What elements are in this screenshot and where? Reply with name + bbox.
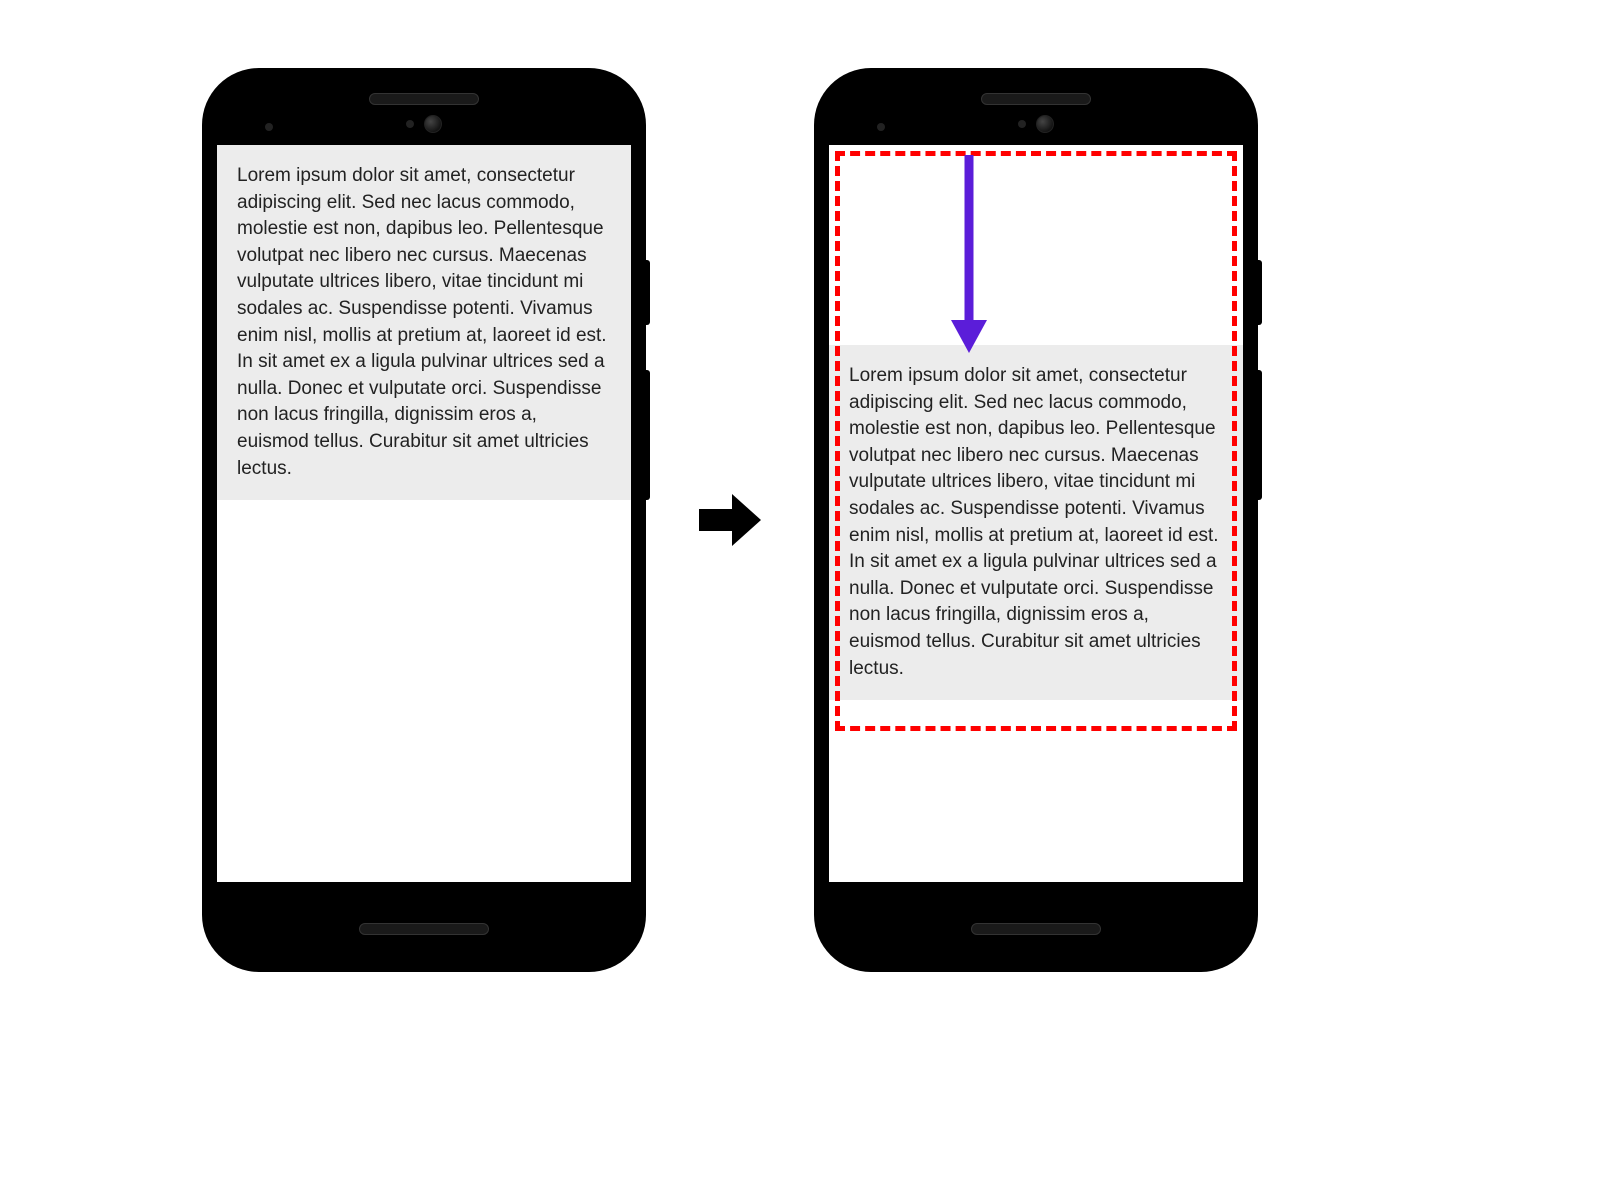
content-text-block: Lorem ipsum dolor sit amet, consectetur …	[217, 145, 631, 500]
sensor-dot	[265, 123, 273, 131]
volume-button	[644, 370, 650, 500]
diagram-container: Lorem ipsum dolor sit amet, consectetur …	[0, 50, 1320, 990]
sensor-dot	[406, 120, 414, 128]
scroll-direction-arrow-icon	[947, 155, 991, 360]
front-camera-icon	[1036, 115, 1054, 133]
earpiece-speaker	[981, 93, 1091, 105]
phone-bottom-bezel	[217, 882, 631, 957]
phone-after: Lorem ipsum dolor sit amet, consectetur …	[816, 70, 1256, 970]
camera-cluster	[1018, 115, 1054, 133]
phone-bottom-bezel	[829, 882, 1243, 957]
phone-before-screen: Lorem ipsum dolor sit amet, consectetur …	[217, 145, 631, 882]
sensor-dot	[1018, 120, 1026, 128]
content-text-block: Lorem ipsum dolor sit amet, consectetur …	[829, 345, 1243, 700]
phone-after-inner: Lorem ipsum dolor sit amet, consectetur …	[829, 83, 1243, 957]
phone-top-bezel	[829, 83, 1243, 145]
bottom-speaker	[971, 923, 1101, 935]
phone-before-inner: Lorem ipsum dolor sit amet, consectetur …	[217, 83, 631, 957]
transition-arrow-icon	[694, 484, 766, 556]
bottom-speaker	[359, 923, 489, 935]
phone-after-screen: Lorem ipsum dolor sit amet, consectetur …	[829, 145, 1243, 882]
volume-button	[1256, 370, 1262, 500]
phone-before: Lorem ipsum dolor sit amet, consectetur …	[204, 70, 644, 970]
sensor-dot	[877, 123, 885, 131]
camera-cluster	[406, 115, 442, 133]
phone-top-bezel	[217, 83, 631, 145]
earpiece-speaker	[369, 93, 479, 105]
front-camera-icon	[424, 115, 442, 133]
power-button	[1256, 260, 1262, 325]
power-button	[644, 260, 650, 325]
